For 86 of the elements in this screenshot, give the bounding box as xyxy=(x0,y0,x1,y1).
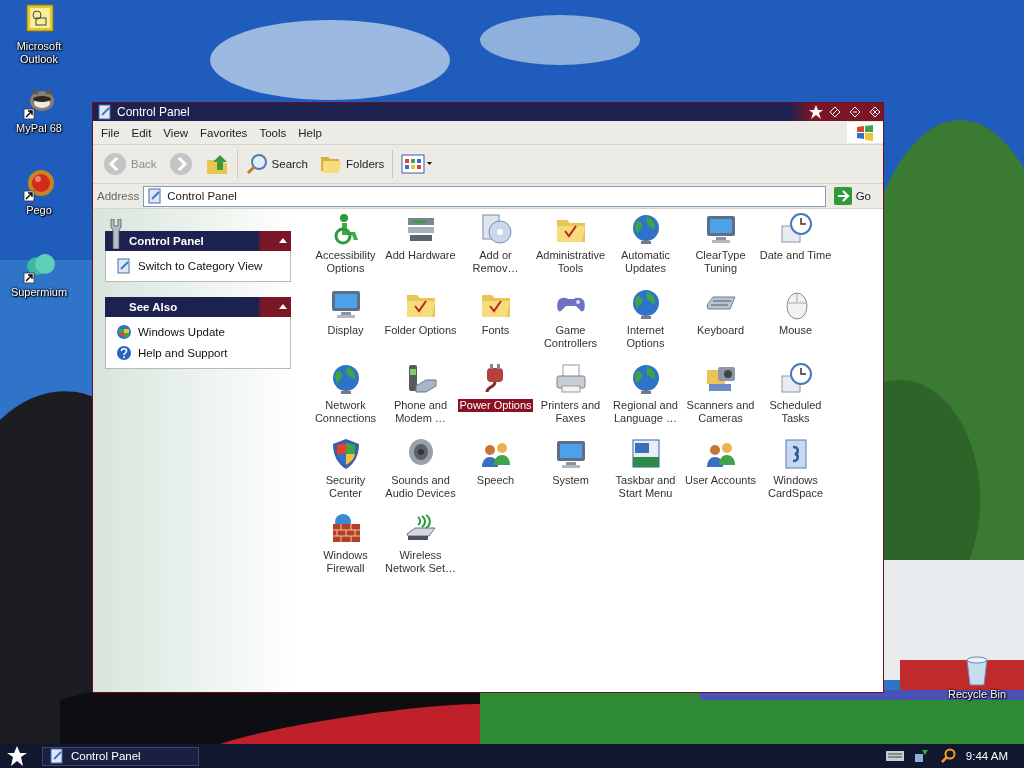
help-icon xyxy=(116,345,132,361)
close-icon xyxy=(870,107,880,117)
control-panel-item[interactable]: Date and Time xyxy=(758,249,833,262)
maximize-button[interactable] xyxy=(847,105,863,119)
menu-item[interactable]: Favorites xyxy=(194,126,254,139)
recycle-bin-icon[interactable] xyxy=(964,656,990,686)
control-panel-item[interactable]: Wireless Network Set… xyxy=(383,549,458,575)
search-icon[interactable] xyxy=(939,748,956,764)
control-panel-item[interactable]: Accessibility Options xyxy=(308,249,383,275)
caret-icon xyxy=(278,236,288,246)
clock-icon xyxy=(778,212,813,246)
close-button[interactable] xyxy=(867,105,883,119)
menu-item[interactable]: File xyxy=(95,126,126,139)
minimize-button[interactable] xyxy=(827,105,843,119)
control-panel-item[interactable]: System xyxy=(551,474,590,487)
ball-icon[interactable] xyxy=(21,168,57,202)
control-panel-item[interactable]: Scheduled Tasks xyxy=(758,399,833,425)
keyboard-icon[interactable] xyxy=(885,751,904,761)
control-panel-item[interactable]: Regional and Language … xyxy=(608,399,683,425)
flag-logo-icon xyxy=(856,124,874,141)
panel-title: See Also xyxy=(129,301,179,313)
menu-item[interactable]: Help xyxy=(292,126,328,139)
desktop-icon-label[interactable]: Supermium xyxy=(10,286,68,299)
network-icon[interactable] xyxy=(913,748,930,764)
control-panel-item[interactable]: Speech xyxy=(475,474,516,487)
control-panel-item[interactable]: Security Center xyxy=(308,474,383,500)
control-panel-item[interactable]: Scanners and Cameras xyxy=(683,399,758,425)
control-panel-item[interactable]: Phone and Modem … xyxy=(383,399,458,425)
task-link[interactable]: Windows Update xyxy=(116,324,280,340)
go-button[interactable]: Go xyxy=(829,187,879,205)
address-field[interactable]: Control Panel xyxy=(143,185,826,207)
control-panel-icon xyxy=(147,188,164,204)
control-panel-item[interactable]: Printers and Faxes xyxy=(533,399,608,425)
control-panel-item[interactable]: Taskbar and Start Menu xyxy=(608,474,683,500)
control-panel-item[interactable]: Power Options xyxy=(458,399,533,412)
control-panel-item[interactable]: Game Controllers xyxy=(533,324,608,350)
address-value: Control Panel xyxy=(167,190,237,202)
menu-item[interactable]: Edit xyxy=(125,126,158,139)
address-label: Address xyxy=(97,190,140,202)
menu-item[interactable]: Tools xyxy=(253,126,293,139)
menu-item[interactable]: View xyxy=(157,126,195,139)
star-icon xyxy=(7,746,27,766)
views-icon xyxy=(401,154,434,174)
desktop-icon-label[interactable]: Pego xyxy=(26,204,52,217)
control-panel-item[interactable]: Mouse xyxy=(778,324,813,337)
folder-up-icon xyxy=(204,152,229,176)
task-link[interactable]: Switch to Category View xyxy=(116,258,280,274)
window-title: Control Panel xyxy=(117,105,191,119)
star-icon xyxy=(809,105,823,119)
task-link[interactable]: Help and Support xyxy=(116,345,280,361)
folders-icon xyxy=(320,154,342,174)
control-panel-item[interactable]: Windows CardSpace xyxy=(758,474,833,500)
control-panel-item[interactable]: Windows Firewall xyxy=(308,549,383,575)
clock-icon xyxy=(778,362,813,396)
control-panel-item[interactable]: Network Connections xyxy=(308,399,383,425)
folders-button[interactable]: Folders xyxy=(316,152,389,176)
control-panel-icon xyxy=(97,104,113,120)
maximize-icon xyxy=(850,107,860,117)
control-panel-icon xyxy=(49,748,65,764)
wrench-icon xyxy=(108,219,124,249)
control-panel-item[interactable]: Display xyxy=(326,324,365,337)
control-panel-item[interactable]: Sounds and Audio Devices xyxy=(383,474,458,500)
control-panel-item[interactable]: ClearType Tuning xyxy=(683,249,758,275)
globe-icon xyxy=(116,324,132,340)
control-panel-item[interactable]: User Accounts xyxy=(684,474,757,487)
go-arrow-icon xyxy=(833,187,852,205)
search-icon xyxy=(245,153,268,175)
panel-title: Control Panel xyxy=(129,235,205,247)
printer-icon xyxy=(553,362,588,396)
clock: 9:44 AM xyxy=(965,750,1008,762)
control-panel-item[interactable]: Fonts xyxy=(480,324,511,337)
control-panel-item[interactable]: Automatic Updates xyxy=(608,249,683,275)
control-panel-icon xyxy=(116,258,132,274)
taskbar-button[interactable]: Control Panel xyxy=(42,746,199,766)
control-panel-item[interactable]: Folder Options xyxy=(383,324,458,337)
desktop-icon-label[interactable]: MyPal 68 xyxy=(16,122,62,135)
control-panel-item[interactable]: Keyboard xyxy=(695,324,746,337)
caret-icon xyxy=(278,302,288,312)
control-panel-item[interactable]: Add Hardware xyxy=(384,249,457,262)
control-panel-item[interactable]: Add or Remov… xyxy=(458,249,533,275)
control-panel-item[interactable]: Internet Options xyxy=(608,324,683,350)
desktop-icon-label[interactable]: Microsoft Outlook xyxy=(4,40,74,66)
minimize-icon xyxy=(830,107,840,117)
control-panel-item[interactable]: Administrative Tools xyxy=(533,249,608,275)
raccoon-icon[interactable] xyxy=(21,86,57,120)
search-button[interactable]: Search xyxy=(241,151,312,177)
